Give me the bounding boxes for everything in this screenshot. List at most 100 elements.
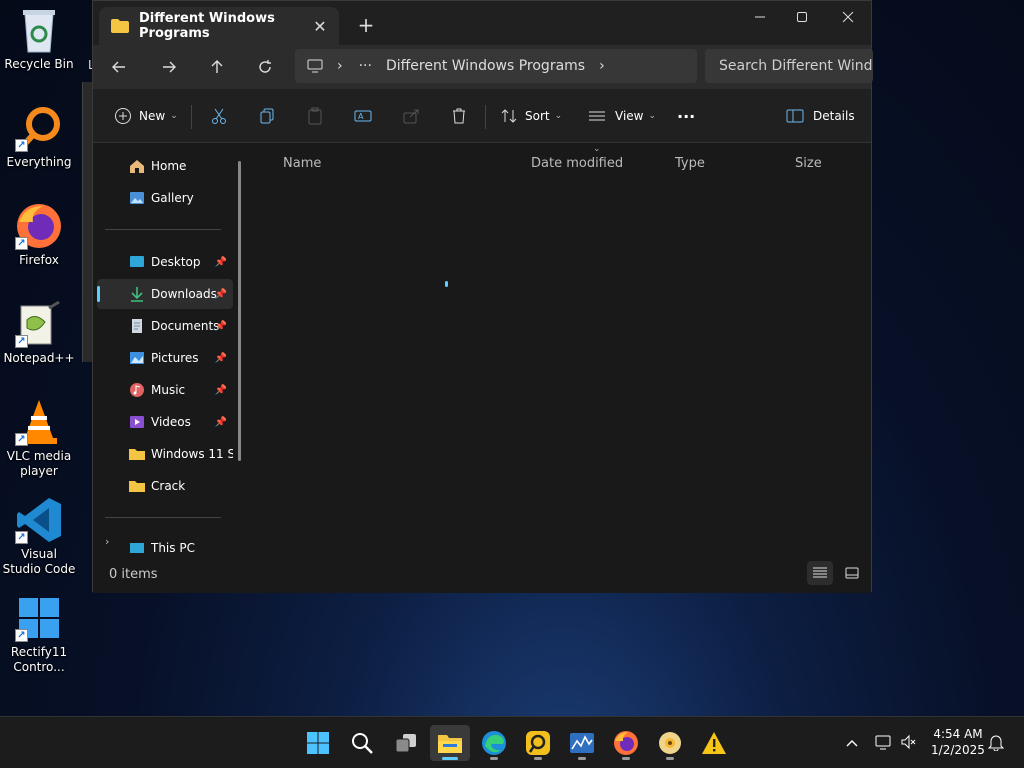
volume-muted-icon[interactable] [900, 733, 920, 753]
network-status-icon[interactable] [874, 733, 894, 753]
sort-label: Sort [525, 109, 550, 123]
maximize-button[interactable] [779, 5, 825, 29]
search-box[interactable]: Search Different Windows Programs [705, 49, 873, 83]
pin-icon[interactable]: 📌 [215, 321, 227, 332]
refresh-icon [259, 60, 271, 73]
pin-icon[interactable]: 📌 [215, 385, 227, 396]
pin-icon[interactable]: 📌 [215, 257, 227, 268]
desktop-icon-label: Notepad++ [3, 351, 75, 365]
copy-icon [257, 106, 277, 126]
taskbar-warning-app[interactable] [694, 725, 734, 761]
taskbar-firefox[interactable] [606, 725, 646, 761]
share-button[interactable] [401, 102, 421, 130]
minimize-icon [755, 16, 765, 18]
show-hidden-icons-button[interactable] [842, 733, 862, 753]
plus-circle-icon [113, 106, 133, 126]
explorer-tab[interactable]: Different Windows Programs ✕ [99, 7, 339, 45]
navigation-pane: Home Gallery Desktop 📌 Downloads 📌 Docum… [93, 143, 243, 555]
nav-label: Pictures [151, 351, 199, 365]
column-header-size[interactable]: Size [795, 156, 822, 171]
taskbar-flower-app[interactable] [650, 725, 690, 761]
nav-item-downloads[interactable]: Downloads 📌 [97, 279, 233, 309]
desktop-icon-rectify11[interactable]: ↗ Rectify11 Contro... [2, 594, 76, 675]
details-pane-button[interactable]: Details [785, 102, 855, 130]
new-tab-button[interactable]: + [355, 13, 377, 37]
new-button[interactable]: New ⌄ [113, 102, 178, 130]
nav-label: Videos [151, 415, 191, 429]
app-icon [526, 731, 550, 755]
nav-item-this-pc[interactable]: › This PC [97, 535, 233, 555]
delete-button[interactable] [449, 102, 469, 130]
task-view-button[interactable] [386, 725, 426, 761]
address-bar[interactable]: › ··· Different Windows Programs › [295, 49, 697, 83]
taskbar-app[interactable] [518, 725, 558, 761]
chevron-down-icon: ⌄ [170, 111, 178, 121]
nav-item-music[interactable]: Music 📌 [97, 375, 233, 405]
nav-item-crack[interactable]: Crack [97, 471, 233, 501]
breadcrumb-more[interactable]: ··· [359, 58, 372, 74]
nav-item-gallery[interactable]: Gallery [97, 183, 233, 213]
nav-label: Gallery [151, 191, 194, 205]
system-clock[interactable]: 4:54 AM 1/2/2025 [928, 726, 988, 758]
taskbar-edge[interactable] [474, 725, 514, 761]
chevron-right-icon[interactable]: › [599, 58, 605, 74]
chevron-right-icon[interactable]: › [105, 535, 109, 548]
column-header-type[interactable]: Type [675, 156, 705, 171]
title-bar[interactable]: Different Windows Programs ✕ + [93, 1, 871, 45]
nav-item-windows-11-se[interactable]: Windows 11 SE [97, 439, 233, 469]
desktop-icon-notepadpp[interactable]: ↗ Notepad++ [2, 300, 76, 366]
pin-icon[interactable]: 📌 [215, 353, 227, 364]
tiles-view-button[interactable] [839, 561, 865, 585]
nav-item-pictures[interactable]: Pictures 📌 [97, 343, 233, 373]
running-indicator [622, 757, 630, 760]
chevron-up-icon [846, 740, 858, 747]
pin-icon[interactable]: 📌 [215, 417, 227, 428]
arrow-left-icon [112, 61, 125, 73]
start-button[interactable] [298, 725, 338, 761]
minimize-button[interactable] [737, 5, 783, 29]
taskbar-task-manager[interactable] [562, 725, 602, 761]
close-window-button[interactable] [825, 5, 871, 29]
column-header-name[interactable]: Name [283, 156, 321, 171]
breadcrumb-segment[interactable]: Different Windows Programs [386, 58, 585, 74]
more-options-button[interactable]: ··· [677, 102, 695, 130]
notification-bell-icon[interactable] [987, 733, 1006, 753]
paste-button[interactable] [305, 102, 325, 130]
task-manager-icon [570, 733, 594, 753]
back-button[interactable] [105, 53, 133, 81]
document-icon [132, 319, 142, 333]
cut-button[interactable] [209, 102, 229, 130]
desktop-icon-everything[interactable]: ↗ Everything [2, 104, 76, 170]
pin-icon[interactable]: 📌 [215, 289, 227, 300]
view-button[interactable]: View ⌄ [587, 102, 656, 130]
music-icon [130, 383, 144, 397]
desktop-icon-recycle-bin[interactable]: Recycle Bin [2, 6, 76, 72]
nav-label: Windows 11 SE [151, 447, 233, 461]
forward-button[interactable] [155, 53, 183, 81]
search-button[interactable] [342, 725, 382, 761]
column-header-date-modified[interactable]: Date modified [531, 156, 623, 171]
videos-icon [130, 416, 144, 428]
nav-item-documents[interactable]: Documents 📌 [97, 311, 233, 341]
desktop-icon-vlc[interactable]: ↗ VLC media player [2, 398, 76, 479]
nav-item-desktop[interactable]: Desktop 📌 [97, 247, 233, 277]
sort-button[interactable]: Sort ⌄ [499, 102, 562, 130]
refresh-button[interactable] [251, 53, 279, 81]
up-button[interactable] [203, 53, 231, 81]
rename-button[interactable]: A [353, 102, 373, 130]
nav-label: Home [151, 159, 187, 173]
close-tab-icon[interactable]: ✕ [309, 17, 331, 36]
running-indicator [534, 757, 542, 760]
taskbar-file-explorer[interactable] [430, 725, 470, 761]
nav-scrollbar[interactable] [238, 161, 241, 461]
details-view-button[interactable] [807, 561, 833, 585]
desktop-icon-firefox[interactable]: ↗ Firefox [2, 202, 76, 268]
nav-item-videos[interactable]: Videos 📌 [97, 407, 233, 437]
desktop-icon-vscode[interactable]: ↗ Visual Studio Code [2, 496, 76, 577]
search-icon [352, 733, 373, 754]
chevron-right-icon[interactable]: › [337, 58, 343, 74]
copy-button[interactable] [257, 102, 277, 130]
nav-item-home[interactable]: Home [97, 151, 233, 181]
new-label: New [139, 109, 166, 123]
toolbar-divider [485, 105, 486, 129]
